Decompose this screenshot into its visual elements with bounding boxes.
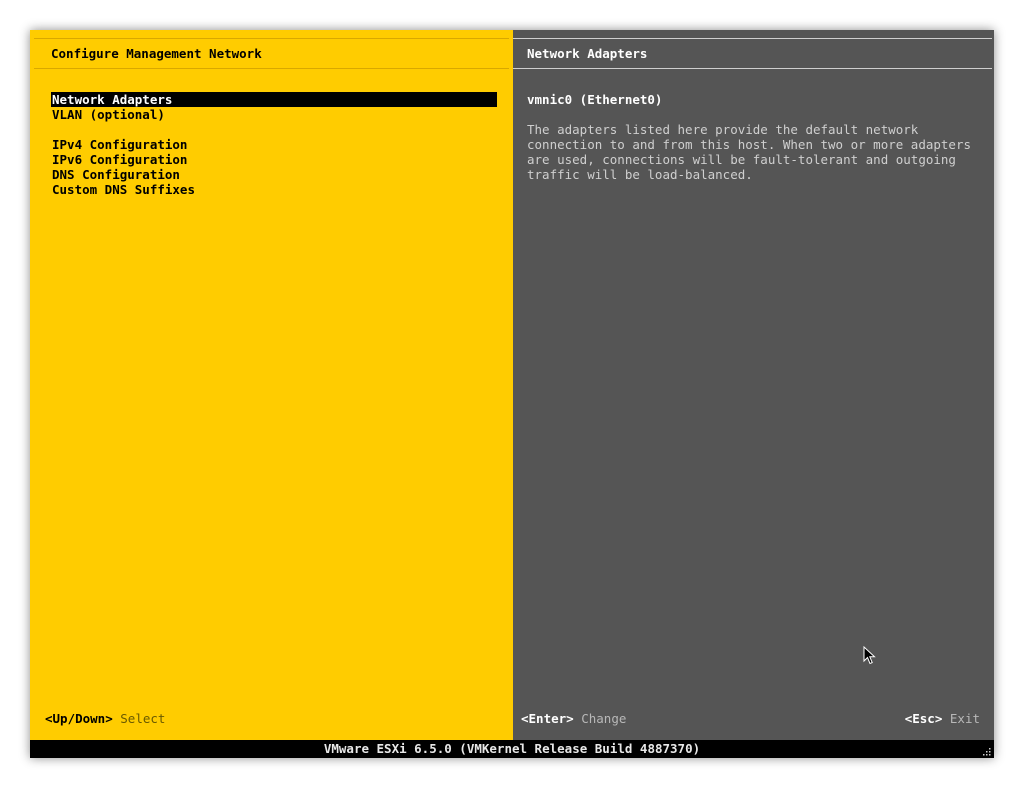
menu-spacer bbox=[51, 122, 497, 137]
menu-item-custom-dns-suffixes[interactable]: Custom DNS Suffixes bbox=[51, 182, 497, 197]
panel-title: Network Adapters bbox=[527, 46, 648, 61]
hint-key: <Up/Down> bbox=[45, 711, 113, 726]
hint-action: Exit bbox=[949, 711, 980, 726]
menu-item-network-adapters[interactable]: Network Adapters bbox=[51, 92, 497, 107]
select-hint[interactable]: <Up/Down> Select bbox=[45, 711, 165, 726]
network-menu: Network Adapters VLAN (optional) IPv4 Co… bbox=[51, 92, 497, 197]
menu-item-vlan[interactable]: VLAN (optional) bbox=[51, 107, 497, 122]
divider bbox=[34, 38, 509, 39]
description-line: connection to and from this host. When t… bbox=[527, 137, 972, 152]
hint-action: Select bbox=[120, 711, 166, 726]
panel-title: Configure Management Network bbox=[51, 46, 262, 61]
change-hint[interactable]: <Enter> Change bbox=[521, 711, 626, 726]
divider bbox=[513, 38, 992, 39]
adapter-description: The adapters listed here provide the def… bbox=[527, 122, 987, 182]
esxi-console-window: Configure Management Network Network Ada… bbox=[30, 30, 994, 758]
divider bbox=[34, 68, 509, 69]
network-adapters-detail-panel: Network Adapters vmnic0 (Ethernet0) The … bbox=[513, 30, 994, 740]
hint-key: <Enter> bbox=[521, 711, 574, 726]
mouse-pointer-icon bbox=[863, 646, 876, 665]
menu-item-ipv4-configuration[interactable]: IPv4 Configuration bbox=[51, 137, 497, 152]
configure-management-network-panel: Configure Management Network Network Ada… bbox=[30, 30, 513, 740]
hint-action: Change bbox=[581, 711, 627, 726]
resize-grip-icon[interactable] bbox=[981, 746, 991, 756]
status-bar: VMware ESXi 6.5.0 (VMKernel Release Buil… bbox=[30, 740, 994, 758]
menu-item-ipv6-configuration[interactable]: IPv6 Configuration bbox=[51, 152, 497, 167]
description-line: traffic will be load-balanced. bbox=[527, 167, 753, 182]
build-info: VMware ESXi 6.5.0 (VMKernel Release Buil… bbox=[323, 741, 701, 756]
menu-item-dns-configuration[interactable]: DNS Configuration bbox=[51, 167, 497, 182]
hint-key: <Esc> bbox=[904, 711, 943, 726]
divider bbox=[513, 68, 992, 69]
adapter-name: vmnic0 (Ethernet0) bbox=[527, 92, 663, 107]
exit-hint[interactable]: <Esc> Exit bbox=[905, 711, 980, 726]
description-line: The adapters listed here provide the def… bbox=[527, 122, 919, 137]
description-line: are used, connections will be fault-tole… bbox=[527, 152, 956, 167]
